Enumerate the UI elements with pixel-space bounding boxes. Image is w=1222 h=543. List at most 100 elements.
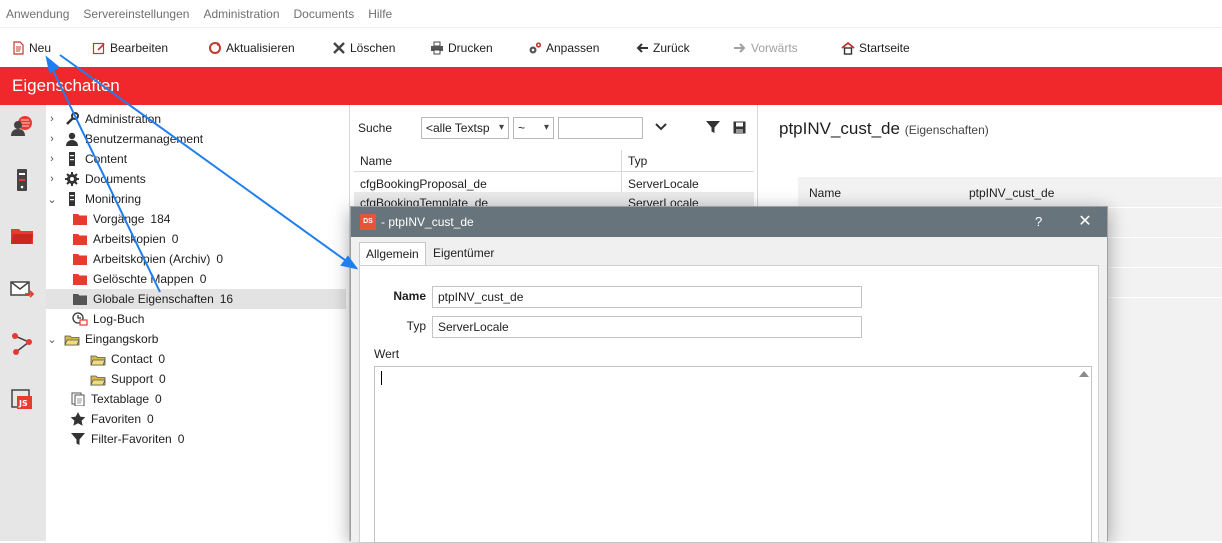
tab-allgemein[interactable]: Allgemein	[359, 242, 426, 266]
tree-item-support[interactable]: Support 0	[46, 369, 346, 389]
print-button[interactable]: Drucken	[430, 36, 493, 60]
server-icon	[64, 192, 80, 206]
wert-label: Wert	[374, 347, 400, 361]
navigation-tree: › Administration › Benutzermanagement › …	[46, 105, 350, 541]
tree-item-geloeschte-mappen[interactable]: Gelöschte Mappen 0	[46, 269, 346, 289]
filter-icon[interactable]	[706, 121, 720, 137]
folder-icon[interactable]	[10, 223, 34, 247]
delete-icon	[332, 41, 346, 55]
menu-administration[interactable]: Administration	[203, 7, 279, 21]
server-icon	[64, 152, 80, 166]
detail-name-label: Name	[809, 186, 842, 200]
typ-field[interactable]: ServerLocale	[432, 316, 862, 338]
tree-item-monitoring[interactable]: ⌄ Monitoring	[46, 189, 346, 209]
tree-item-label: Globale Eigenschaften	[93, 292, 214, 306]
tree-item-benutzermanagement[interactable]: › Benutzermanagement	[46, 129, 346, 149]
tree-item-textablage[interactable]: Textablage 0	[46, 389, 346, 409]
search-input[interactable]	[558, 117, 643, 139]
chevron-down-icon[interactable]: ⌄	[46, 193, 58, 206]
new-document-icon	[11, 40, 25, 55]
tree-item-log-buch[interactable]: Log-Buch	[46, 309, 346, 329]
workflow-icon[interactable]	[10, 332, 34, 356]
app-logo-icon: DS	[360, 214, 376, 230]
tree-item-count: 0	[159, 372, 166, 386]
chevron-right-icon[interactable]: ›	[46, 153, 58, 165]
chevron-right-icon[interactable]: ›	[46, 173, 58, 185]
save-icon[interactable]	[733, 121, 746, 137]
tree-item-vorgaenge[interactable]: Vorgänge 184	[46, 209, 346, 229]
tree-item-count: 0	[171, 232, 179, 246]
back-button[interactable]: Zurück	[635, 36, 690, 60]
tree-item-arbeitskopien[interactable]: Arbeitskopien 0	[46, 229, 346, 249]
javascript-icon[interactable]: JS	[10, 388, 34, 412]
arrow-right-icon	[733, 41, 747, 55]
column-header-typ[interactable]: Typ	[628, 154, 647, 168]
tree-item-favoriten[interactable]: Favoriten 0	[46, 409, 346, 429]
page-title-bar: Eigenschaften	[0, 67, 1222, 105]
tree-item-globale-eigenschaften[interactable]: Globale Eigenschaften 16	[46, 289, 346, 309]
tree-item-count: 0	[155, 392, 162, 406]
mail-forward-icon[interactable]	[10, 277, 35, 301]
user-globe-icon[interactable]	[10, 114, 34, 138]
delete-button[interactable]: Löschen	[332, 36, 395, 60]
expand-chevron-icon[interactable]	[654, 121, 668, 136]
close-icon[interactable]: ✕	[1075, 207, 1095, 237]
new-button[interactable]: Neu	[11, 36, 51, 60]
menu-anwendung[interactable]: Anwendung	[6, 7, 69, 21]
tree-item-label: Textablage	[91, 392, 150, 406]
tree-item-count: 184	[150, 212, 171, 226]
arrow-left-icon	[635, 41, 649, 55]
chevron-right-icon[interactable]: ›	[46, 133, 58, 145]
tree-item-label: Arbeitskopien (Archiv)	[93, 252, 211, 266]
tree-item-label: Contact	[111, 352, 153, 366]
tree-item-documents[interactable]: › Documents	[46, 169, 346, 189]
gear-icon	[64, 172, 80, 186]
print-button-label: Drucken	[448, 40, 493, 55]
tab-eigentuemer[interactable]: Eigentümer	[427, 242, 500, 265]
search-label: Suche	[358, 121, 393, 135]
tree-item-content[interactable]: › Content	[46, 149, 346, 169]
home-button[interactable]: Startseite	[841, 36, 910, 60]
menu-servereinstellungen[interactable]: Servereinstellungen	[83, 7, 189, 21]
chevron-down-icon[interactable]: ⌄	[46, 333, 58, 346]
tree-item-administration[interactable]: › Administration	[46, 109, 346, 129]
red-folder-icon	[72, 232, 88, 246]
chevron-right-icon[interactable]: ›	[46, 113, 58, 125]
menu-hilfe[interactable]: Hilfe	[368, 7, 392, 21]
scroll-up-arrow-icon[interactable]	[1079, 371, 1089, 377]
tree-item-eingangskorb[interactable]: ⌄ Eingangskorb	[46, 329, 346, 349]
wert-textarea[interactable]	[374, 366, 1092, 543]
grid-header: Name Typ	[354, 150, 754, 172]
edit-button[interactable]: Bearbeiten	[92, 36, 168, 60]
refresh-button-label: Aktualisieren	[226, 40, 295, 55]
star-icon	[70, 412, 86, 426]
search-operator-select[interactable]: ~ ▾	[513, 117, 554, 139]
table-row[interactable]: cfgBookingProposal_de ServerLocale	[354, 173, 754, 192]
customize-button[interactable]: Anpassen	[528, 36, 599, 60]
search-field-select[interactable]: <alle Textsp ▾	[421, 117, 509, 139]
tree-item-arbeitskopien-archiv[interactable]: Arbeitskopien (Archiv) 0	[46, 249, 346, 269]
tree-item-label: Favoriten	[91, 412, 142, 426]
inbox-folder-icon	[64, 332, 80, 346]
dialog-title: - ptpINV_cust_de	[381, 215, 474, 229]
refresh-button[interactable]: Aktualisieren	[208, 36, 295, 60]
forward-button[interactable]: Vorwärts	[733, 36, 798, 60]
tree-item-count: 0	[199, 272, 207, 286]
column-header-name[interactable]: Name	[360, 154, 392, 168]
menu-documents[interactable]: Documents	[294, 7, 355, 21]
page-title: Eigenschaften	[12, 76, 120, 95]
search-field-value: <alle Textsp	[426, 121, 490, 135]
help-button[interactable]: ?	[1035, 207, 1042, 237]
tree-item-label: Filter-Favoriten	[91, 432, 172, 446]
server-icon[interactable]	[10, 168, 34, 192]
new-button-label: Neu	[29, 40, 52, 55]
gray-folder-icon	[72, 292, 88, 306]
tree-item-contact[interactable]: Contact 0	[46, 349, 346, 369]
tree-item-label: Log-Buch	[93, 312, 145, 326]
tree-item-filter-favoriten[interactable]: Filter-Favoriten 0	[46, 429, 346, 449]
name-field[interactable]: ptpINV_cust_de	[432, 286, 862, 308]
dialog-title-bar[interactable]: DS - ptpINV_cust_de ? ✕	[351, 207, 1107, 237]
tree-item-label: Arbeitskopien	[93, 232, 166, 246]
toolbar: Neu Bearbeiten Aktualisieren Löschen Dru…	[0, 27, 1222, 67]
edit-button-label: Bearbeiten	[110, 40, 169, 55]
